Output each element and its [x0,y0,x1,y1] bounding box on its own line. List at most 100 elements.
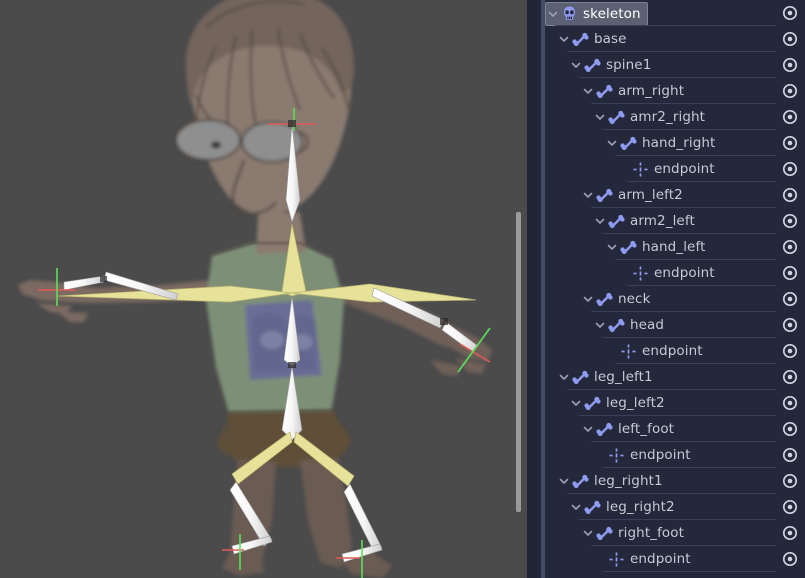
tree-row-head[interactable]: head [545,312,805,338]
tree-row-arm-right[interactable]: arm_right [545,78,805,104]
tree-row-content[interactable]: hand_right [605,130,721,156]
tree-row-content[interactable]: leg_left2 [569,390,671,416]
tree-row-hand-left[interactable]: hand_left [545,234,805,260]
chevron-down-icon[interactable] [593,312,607,338]
tree-row-content[interactable]: leg_right1 [557,468,669,494]
chevron-down-icon[interactable] [581,286,595,312]
tree-row-content[interactable]: right_foot [581,520,690,546]
tree-row-content[interactable]: hand_left [605,234,711,260]
visibility-eye-icon[interactable] [781,108,799,126]
bone-tree-panel: skeleton base spine1 arm_right amr2_right han… [527,0,805,578]
chevron-down-icon[interactable] [605,234,619,260]
tree-row-content[interactable]: leg_left1 [557,364,659,390]
chevron-down-icon[interactable] [581,182,595,208]
visibility-eye-icon[interactable] [781,238,799,256]
chevron-down-icon[interactable] [581,78,595,104]
tree-row-right-foot[interactable]: right_foot [545,520,805,546]
visibility-eye-icon[interactable] [781,342,799,360]
bone-icon [571,30,589,48]
chevron-down-icon[interactable] [569,390,583,416]
tree-row-content[interactable]: arm_left2 [581,182,689,208]
tree-row-content[interactable]: spine1 [569,52,657,78]
tree-row-arm2-left[interactable]: arm2_left [545,208,805,234]
visibility-eye-icon[interactable] [781,524,799,542]
visibility-eye-icon[interactable] [781,394,799,412]
visibility-eye-icon[interactable] [781,420,799,438]
tree-row-leg-right1[interactable]: leg_right1 [545,468,805,494]
visibility-eye-icon[interactable] [781,316,799,334]
tree-row-content[interactable]: endpoint [593,442,697,468]
tree-row-content[interactable]: endpoint [617,260,721,286]
tree-row-neck[interactable]: neck [545,286,805,312]
tree-row-content[interactable]: endpoint [617,156,721,182]
tree-row-amr2-right[interactable]: amr2_right [545,104,805,130]
caret-spacer [605,338,619,364]
tree-row-content[interactable]: arm_right [581,78,690,104]
visibility-eye-icon[interactable] [781,82,799,100]
visibility-eye-icon[interactable] [781,498,799,516]
tree-row-leg-left2[interactable]: leg_left2 [545,390,805,416]
chevron-down-icon[interactable] [581,416,595,442]
chevron-down-icon[interactable] [557,26,571,52]
tree-row-content[interactable]: left_foot [581,416,680,442]
caret-spacer [593,546,607,572]
bone-icon [595,290,613,308]
tree-row-arm-left2[interactable]: arm_left2 [545,182,805,208]
tree-row-spine1[interactable]: spine1 [545,52,805,78]
chevron-down-icon[interactable] [605,130,619,156]
chevron-down-icon[interactable] [593,208,607,234]
tree-row-content[interactable]: amr2_right [593,104,711,130]
visibility-eye-icon[interactable] [781,264,799,282]
skeleton-bone-tree[interactable]: skeleton base spine1 arm_right amr2_right han… [545,0,805,578]
tree-row-endpoint[interactable]: endpoint [545,156,805,182]
chevron-down-icon[interactable] [557,468,571,494]
tree-row-endpoint[interactable]: endpoint [545,546,805,572]
tree-row-hand-right[interactable]: hand_right [545,130,805,156]
tree-row-base[interactable]: base [545,26,805,52]
visibility-eye-icon[interactable] [781,56,799,74]
chevron-down-icon[interactable] [581,520,595,546]
tree-row-content[interactable]: head [593,312,670,338]
visibility-eye-icon[interactable] [781,160,799,178]
tree-row-endpoint[interactable]: endpoint [545,338,805,364]
bone-gizmo-neck [268,108,316,223]
visibility-eye-icon[interactable] [781,550,799,568]
tree-row-content[interactable]: skeleton [545,1,648,27]
tree-row-content[interactable]: neck [581,286,657,312]
chevron-down-icon[interactable] [569,494,583,520]
chevron-down-icon[interactable] [557,364,571,390]
canvas-viewport[interactable] [0,0,527,578]
endpoint-icon [619,342,637,360]
tree-row-content[interactable]: arm2_left [593,208,701,234]
tree-row-leg-left1[interactable]: leg_left1 [545,364,805,390]
visibility-eye-icon[interactable] [781,4,799,22]
bone-gizmo-overlay[interactable] [0,0,527,578]
chevron-down-icon[interactable] [593,104,607,130]
viewport-scrollbar-thumb[interactable] [516,212,521,512]
tree-row-leg-right2[interactable]: leg_right2 [545,494,805,520]
chevron-down-icon[interactable] [569,52,583,78]
tree-row-label: endpoint [642,343,703,359]
tree-row-content[interactable]: base [557,26,633,52]
visibility-eye-icon[interactable] [781,212,799,230]
viewport-vertical-scrollbar[interactable] [514,0,522,578]
visibility-eye-icon[interactable] [781,186,799,204]
tree-row-endpoint[interactable]: endpoint [545,442,805,468]
tree-row-label: hand_left [642,239,706,255]
visibility-eye-icon[interactable] [781,290,799,308]
visibility-eye-icon[interactable] [781,446,799,464]
bone-gizmo-arm-left [38,268,179,306]
visibility-eye-icon[interactable] [781,368,799,386]
row-separator [603,571,776,572]
tree-row-content[interactable]: endpoint [593,546,697,572]
tree-row-label: leg_left2 [606,395,665,411]
tree-row-content[interactable]: leg_right2 [569,494,681,520]
visibility-eye-icon[interactable] [781,472,799,490]
tree-row-skeleton[interactable]: skeleton [545,0,805,26]
visibility-eye-icon[interactable] [781,30,799,48]
tree-row-left-foot[interactable]: left_foot [545,416,805,442]
tree-row-content[interactable]: endpoint [605,338,709,364]
visibility-eye-icon[interactable] [781,134,799,152]
chevron-down-icon[interactable] [546,1,560,27]
tree-row-endpoint[interactable]: endpoint [545,260,805,286]
